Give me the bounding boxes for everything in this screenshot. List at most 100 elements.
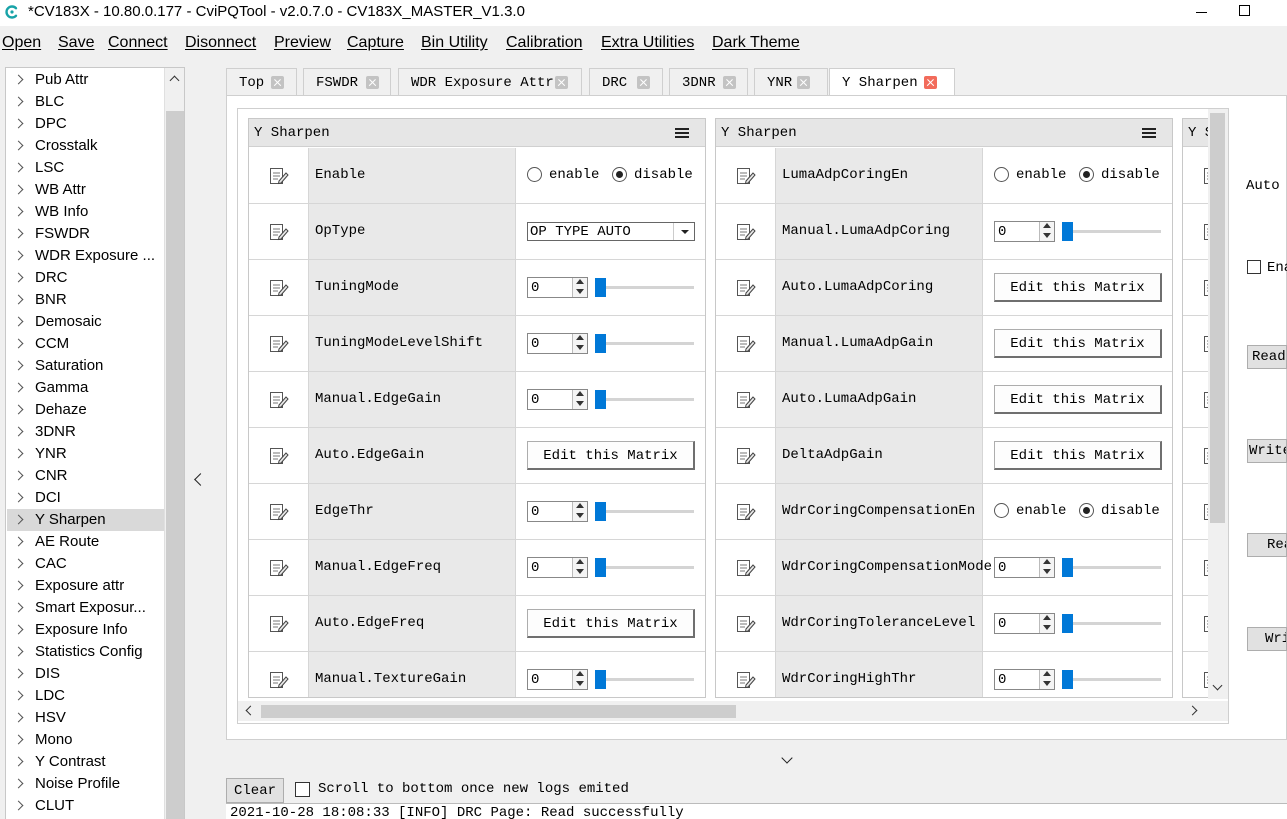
disable-radio-label[interactable]: disable [1101,503,1160,519]
edit-note-icon[interactable] [269,167,289,185]
chevron-right-icon[interactable] [13,602,24,613]
spinbox-buttons[interactable] [1039,558,1054,577]
arrow-up-icon[interactable] [576,335,584,340]
close-icon[interactable] [555,76,568,89]
close-icon[interactable] [366,76,379,89]
tab-3dnr[interactable]: 3DNR [669,68,748,96]
spinbox-value[interactable]: 0 [998,224,1006,240]
sidebar-item-demosaic[interactable]: Demosaic [7,311,164,333]
clear-log-button[interactable]: Clear [226,778,284,803]
enable-radio[interactable] [994,167,1009,182]
sidebar-item-mono[interactable]: Mono [7,729,164,751]
edit-matrix-button[interactable]: Edit this Matrix [527,441,695,470]
value-slider-handle[interactable] [595,390,606,409]
enable-radio-label[interactable]: enable [549,167,599,183]
arrow-up-icon[interactable] [576,559,584,564]
arrow-down-icon[interactable] [1043,681,1051,686]
value-slider-track[interactable] [596,566,694,569]
spinbox-buttons[interactable] [1039,222,1054,241]
edit-note-icon[interactable] [736,447,756,465]
disable-radio[interactable] [1079,167,1094,182]
chevron-right-icon[interactable] [13,404,24,415]
sidebar-item-exposure-info[interactable]: Exposure Info [7,619,164,641]
horizontal-scrollbar[interactable] [238,701,1228,721]
chevron-right-icon[interactable] [13,184,24,195]
chevron-right-icon[interactable] [13,624,24,635]
spinbox-buttons[interactable] [572,278,587,297]
sidebar-item-ccm[interactable]: CCM [7,333,164,355]
value-slider-track[interactable] [596,286,694,289]
spinbox-buttons[interactable] [572,558,587,577]
sidebar-item-clut[interactable]: CLUT [7,795,164,817]
value-slider-handle[interactable] [595,278,606,297]
enable-radio-label[interactable]: enable [1016,167,1066,183]
chevron-right-icon[interactable] [13,338,24,349]
spinbox-buttons[interactable] [1039,670,1054,689]
edit-matrix-button[interactable]: Edit this Matrix [994,385,1162,414]
maximize-button[interactable] [1239,5,1250,16]
edit-note-icon[interactable] [269,335,289,353]
read-all-button[interactable]: Rea [1247,533,1287,557]
value-spinbox[interactable]: 0 [527,389,588,410]
menu-connect[interactable]: Connect [108,34,168,52]
sidebar-item-3dnr[interactable]: 3DNR [7,421,164,443]
arrow-down-icon[interactable] [1043,233,1051,238]
chevron-right-icon[interactable] [13,316,24,327]
spinbox-buttons[interactable] [572,334,587,353]
close-icon[interactable] [924,76,937,89]
value-slider-handle[interactable] [1062,558,1073,577]
chevron-right-icon[interactable] [13,96,24,107]
edit-note-icon[interactable] [269,503,289,521]
sidebar-scroll-thumb[interactable] [166,111,184,819]
value-slider-handle[interactable] [1062,670,1073,689]
arrow-up-icon[interactable] [576,279,584,284]
edit-note-icon[interactable] [736,167,756,185]
edit-note-icon[interactable] [269,447,289,465]
edit-note-icon[interactable] [269,615,289,633]
edit-note-icon[interactable] [736,391,756,409]
sidebar-scrollbar[interactable] [164,68,184,819]
arrow-up-icon[interactable] [576,503,584,508]
value-spinbox[interactable]: 0 [994,669,1055,690]
sidebar-item-cac[interactable]: CAC [7,553,164,575]
scroll-to-bottom-checkbox[interactable] [295,782,310,797]
sidebar-item-ae-route[interactable]: AE Route [7,531,164,553]
edit-matrix-button[interactable]: Edit this Matrix [994,441,1162,470]
spinbox-value[interactable]: 0 [998,672,1006,688]
tab-fswdr[interactable]: FSWDR [303,68,391,96]
disable-radio[interactable] [612,167,627,182]
chevron-right-icon[interactable] [13,646,24,657]
chevron-right-icon[interactable] [13,778,24,789]
chevron-right-icon[interactable] [13,514,24,525]
chevron-right-icon[interactable] [13,162,24,173]
menu-capture[interactable]: Capture [347,34,404,52]
value-slider-track[interactable] [1063,622,1161,625]
edit-note-icon[interactable] [736,335,756,353]
chevron-right-icon[interactable] [13,492,24,503]
sidebar-item-y-contrast[interactable]: Y Contrast [7,751,164,773]
enable-radio[interactable] [994,503,1009,518]
arrow-up-icon[interactable] [576,671,584,676]
sidebar-item-exposure-attr[interactable]: Exposure attr [7,575,164,597]
sidebar-item-crosstalk[interactable]: Crosstalk [7,135,164,157]
chevron-right-icon[interactable] [13,558,24,569]
value-slider-track[interactable] [1063,566,1161,569]
chevron-right-icon[interactable] [13,448,24,459]
arrow-up-icon[interactable] [1043,671,1051,676]
enable-radio-label[interactable]: enable [1016,503,1066,519]
sidebar-item-wb-info[interactable]: WB Info [7,201,164,223]
optype-select[interactable]: OP TYPE AUTO [527,222,695,241]
chevron-right-icon[interactable] [13,756,24,767]
tab-ynr[interactable]: YNR [754,68,828,96]
arrow-up-icon[interactable] [1043,223,1051,228]
tab-top[interactable]: Top [226,68,297,96]
disable-radio-label[interactable]: disable [1101,167,1160,183]
sidebar-item-blc[interactable]: BLC [7,91,164,113]
vertical-scroll-thumb[interactable] [1210,113,1225,523]
spinbox-value[interactable]: 0 [531,504,539,520]
sidebar-item-gamma[interactable]: Gamma [7,377,164,399]
menu-bin-utility[interactable]: Bin Utility [421,34,488,52]
value-slider-track[interactable] [596,342,694,345]
chevron-right-icon[interactable] [13,118,24,129]
write-button[interactable]: Write [1247,439,1287,463]
